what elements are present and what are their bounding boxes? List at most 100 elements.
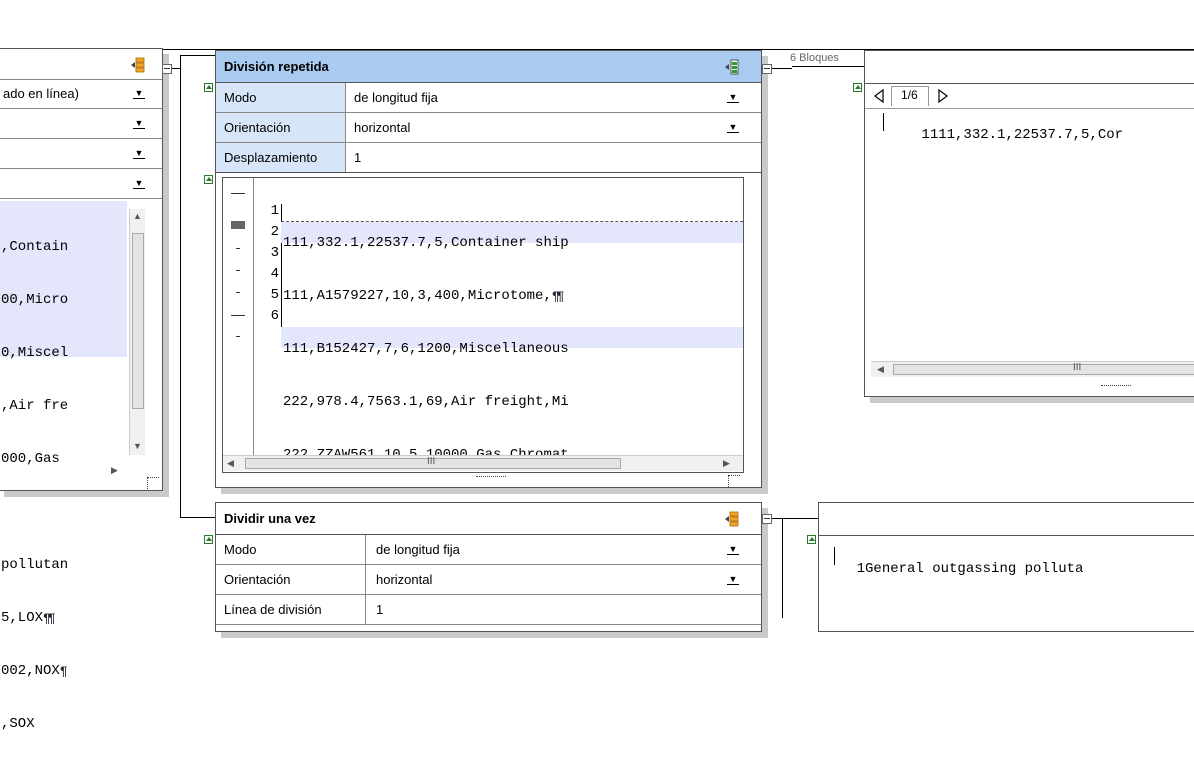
scroll-thumb-grip: III	[1073, 362, 1082, 373]
prop-value[interactable]: 1	[376, 595, 383, 624]
code-line: 5,LOX ¶¶	[1, 608, 68, 629]
horizontal-scrollbar[interactable]: ◀ III ▶	[223, 455, 743, 471]
line-number: 4	[270, 266, 279, 282]
split-once-header: Dividir una vez	[216, 503, 761, 535]
connector-pin[interactable]	[162, 64, 172, 74]
gutter-mark	[236, 270, 240, 271]
horizontal-scrollbar[interactable]: ◀ III	[871, 361, 1194, 377]
prop-label: Modo	[216, 83, 346, 112]
dropdown-icon[interactable]	[725, 90, 741, 104]
connector-pin[interactable]	[762, 514, 772, 524]
connector-line	[180, 55, 181, 518]
dropdown-icon[interactable]	[131, 146, 147, 160]
prop-label: Desplazamiento	[216, 143, 346, 172]
code-line: 00,Micro	[1, 292, 69, 308]
line-number: 3	[270, 245, 279, 261]
line-break-icon: ¶	[59, 664, 68, 679]
prop-row-mode: Modo de longitud fija	[216, 83, 761, 113]
prop-value[interactable]: horizontal	[354, 113, 410, 142]
page-nav-bar: 1/6	[865, 83, 1194, 109]
prop-label: Línea de división	[216, 595, 366, 624]
prop-value[interactable]: 1	[354, 143, 361, 172]
line-number: 2	[270, 224, 279, 240]
code-text: 111,A1579227,10,3,400,Microtome,	[283, 288, 552, 304]
scroll-up-icon[interactable]: ▲	[133, 211, 142, 221]
scroll-left-icon[interactable]: ◀	[227, 458, 234, 469]
collapse-icon[interactable]	[807, 535, 816, 544]
gutter-mark	[236, 248, 240, 249]
prop-value[interactable]: de longitud fija	[376, 535, 460, 564]
prop-value[interactable]: horizontal	[376, 565, 432, 594]
code-line: pollutan	[1, 557, 69, 573]
collapse-icon[interactable]	[204, 83, 213, 92]
resize-grip[interactable]	[728, 475, 740, 487]
bottom-resize-handle[interactable]	[476, 476, 506, 477]
left-prop-row	[0, 169, 162, 199]
left-text-area: ,Contain 00,Micro 0,Miscel ,Air fre 000,…	[0, 201, 129, 732]
left-panel: ado en línea) ,Contain 00,Micro 0,Miscel…	[0, 48, 163, 732]
code-line: 111,B152427,7,6,1200,Miscellaneous	[283, 341, 569, 357]
prop-row-orientation: Orientación horizontal	[216, 113, 761, 143]
prop-row-offset: Desplazamiento 1	[216, 143, 761, 173]
collapse-icon[interactable]	[204, 535, 213, 544]
gutter	[223, 178, 254, 455]
prop-value[interactable]: de longitud fija	[354, 83, 438, 112]
dropdown-icon[interactable]	[725, 572, 741, 586]
preview-line: 1111,332.1,22537.7,5,Cor	[871, 111, 1123, 159]
left-prop-row	[0, 109, 162, 139]
connector-pin[interactable]	[762, 64, 772, 74]
dropdown-icon[interactable]	[131, 176, 147, 190]
left-vertical-scrollbar[interactable]: ▲ ▼	[129, 209, 145, 455]
previous-page-icon[interactable]	[873, 89, 885, 103]
scroll-left-icon[interactable]: ◀	[877, 364, 884, 375]
code-line: 222,978.4,7563.1,69,Air freight,Mi	[283, 394, 569, 410]
connector-line	[180, 517, 215, 518]
dropdown-icon[interactable]	[725, 120, 741, 134]
code-line: ,SOX	[1, 716, 35, 732]
preview-text-area: 1111,332.1,22537.7,5,Cor	[871, 109, 1194, 359]
line-number: 1	[856, 561, 866, 577]
scroll-thumb[interactable]	[893, 364, 1194, 375]
preview-bottom-divider	[819, 535, 1194, 536]
panel-title: División repetida	[224, 59, 329, 74]
bottom-resize-handle[interactable]	[1101, 385, 1131, 386]
dropdown-icon[interactable]	[725, 542, 741, 556]
scroll-down-icon[interactable]: ▼	[133, 441, 142, 451]
scroll-thumb[interactable]	[132, 233, 144, 409]
collapse-icon[interactable]	[204, 175, 213, 184]
resize-grip[interactable]	[147, 477, 159, 489]
dropdown-icon[interactable]	[131, 116, 147, 130]
line-number: 1	[921, 127, 930, 143]
left-prop-row: ado en línea)	[0, 79, 162, 109]
preview-line: 1General outgassing polluta	[823, 545, 1084, 593]
block-count-label: 6 Bloques	[790, 52, 839, 64]
gutter-mark	[231, 193, 245, 194]
collapse-icon[interactable]	[853, 83, 862, 92]
dropdown-icon[interactable]	[131, 86, 147, 100]
line-number: 5	[270, 287, 279, 303]
gutter-mark	[231, 315, 245, 316]
scroll-right-icon[interactable]: ▶	[111, 465, 118, 476]
page-indicator: 1/6	[901, 88, 918, 102]
gutter-mark	[236, 336, 240, 337]
next-page-icon[interactable]	[937, 89, 949, 103]
gutter-mark	[236, 292, 240, 293]
code-line: ,Contain	[1, 239, 69, 255]
line-numbers: 1 2 3 4 5 6	[253, 201, 279, 327]
prop-label: Orientación	[216, 113, 346, 142]
output-icon[interactable]	[725, 511, 739, 527]
preview-top-panel: 1/6 1111,332.1,22537.7,5,Cor ◀ III	[853, 50, 1194, 397]
left-code: ,Contain 00,Micro 0,Miscel ,Air fre 000,…	[1, 205, 68, 767]
connector-line	[792, 66, 864, 67]
line-break-icon: ¶¶	[43, 611, 55, 626]
output-icon[interactable]	[131, 57, 145, 73]
scroll-right-icon[interactable]: ▶	[723, 458, 730, 469]
code-line: 002,NOX ¶	[1, 661, 68, 682]
panel-title: Dividir una vez	[224, 511, 316, 526]
split-output-icon[interactable]	[725, 59, 739, 75]
code-line: 111,332.1,22537.7,5,Container ship	[283, 235, 569, 251]
connector-line	[772, 68, 792, 69]
prop-label: Orientación	[216, 565, 366, 594]
line-number: 6	[270, 308, 279, 324]
text-view: 1 2 3 4 5 6 111,332.1,22537.7,5,Containe…	[222, 177, 744, 516]
